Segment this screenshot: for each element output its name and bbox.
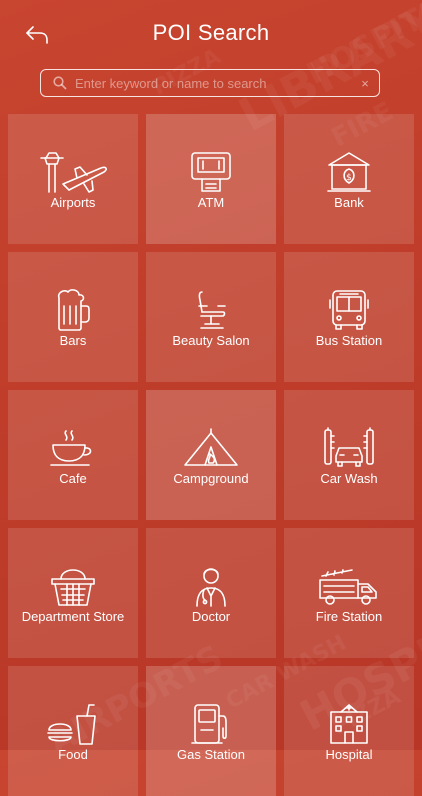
beer-mug-icon: [8, 286, 138, 334]
search-bar: ×: [40, 69, 380, 97]
category-tile-car-wash[interactable]: Car Wash: [284, 390, 414, 520]
category-tile-airports[interactable]: Airports: [8, 114, 138, 244]
category-label: Airports: [50, 195, 96, 210]
category-label: Fire Station: [315, 609, 383, 624]
category-tile-bars[interactable]: Bars: [8, 252, 138, 382]
salon-chair-icon: [146, 286, 276, 334]
search-icon: [45, 76, 75, 90]
category-label: Food: [58, 747, 88, 762]
category-tile-hospital[interactable]: Hospital: [284, 666, 414, 796]
header-bar: POI Search: [0, 0, 422, 68]
category-tile-atm[interactable]: ATM: [146, 114, 276, 244]
category-tile-campground[interactable]: Campground: [146, 390, 276, 520]
category-tile-doctor[interactable]: Doctor: [146, 528, 276, 658]
category-tile-beauty-salon[interactable]: Beauty Salon: [146, 252, 276, 382]
svg-text:$: $: [346, 173, 352, 183]
category-label: Campground: [173, 471, 249, 486]
category-label: Hospital: [325, 747, 373, 762]
category-tile-gas-station[interactable]: Gas Station: [146, 666, 276, 796]
category-tile-bus-station[interactable]: Bus Station: [284, 252, 414, 382]
category-tile-fire-station[interactable]: Fire Station: [284, 528, 414, 658]
basket-icon: [8, 562, 138, 610]
atm-icon: [146, 148, 276, 196]
category-label: ATM: [197, 195, 225, 210]
category-tile-bank[interactable]: $ Bank: [284, 114, 414, 244]
category-grid: Airports ATM $ Bank Bars Beauty Salon Bu…: [8, 114, 414, 796]
category-label: Doctor: [191, 609, 231, 624]
category-label: Gas Station: [177, 747, 245, 762]
category-label: Cafe: [59, 471, 87, 486]
clear-search-button[interactable]: ×: [351, 76, 379, 91]
category-label: Car Wash: [320, 471, 378, 486]
fire-truck-icon: [284, 562, 414, 610]
car-wash-icon: [284, 424, 414, 472]
search-input[interactable]: [75, 75, 351, 91]
gas-pump-icon: [146, 700, 276, 748]
category-tile-department-store[interactable]: Department Store: [8, 528, 138, 658]
food-icon: [8, 700, 138, 748]
category-label: Beauty Salon: [172, 333, 250, 348]
category-label: Department Store: [21, 609, 125, 624]
tent-icon: [146, 424, 276, 472]
coffee-cup-icon: [8, 424, 138, 472]
bus-icon: [284, 286, 414, 334]
page-title: POI Search: [152, 20, 270, 45]
bank-icon: $: [284, 148, 414, 196]
hospital-icon: [284, 700, 414, 748]
category-tile-cafe[interactable]: Cafe: [8, 390, 138, 520]
category-label: Bank: [334, 195, 364, 210]
category-tile-food[interactable]: Food: [8, 666, 138, 796]
category-label: Bus Station: [315, 333, 383, 348]
doctor-icon: [146, 562, 276, 610]
category-label: Bars: [59, 333, 87, 348]
airport-icon: [8, 148, 138, 196]
